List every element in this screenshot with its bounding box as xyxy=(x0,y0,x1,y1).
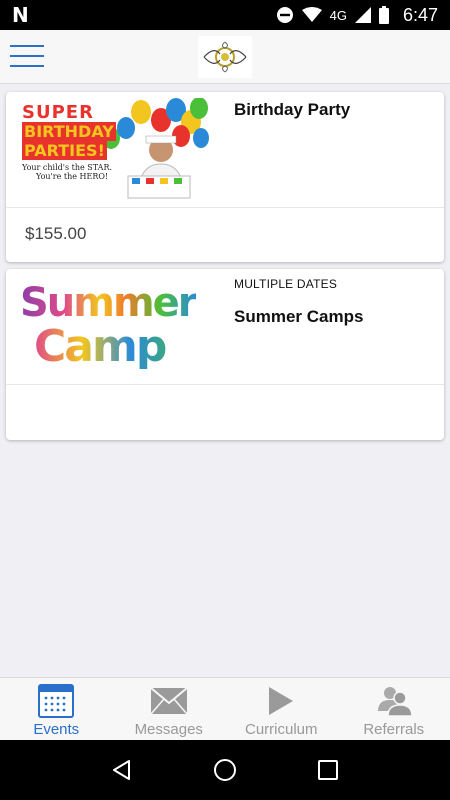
image-text-summer: Summer xyxy=(20,280,197,326)
summer-camp-image: Summer Camp xyxy=(16,275,216,379)
tab-events[interactable]: Events xyxy=(0,678,113,740)
wifi-icon xyxy=(301,7,322,23)
image-text-tagline-1: Your child's the STAR. xyxy=(22,163,113,172)
app-logo xyxy=(198,36,252,78)
tab-curriculum[interactable]: Curriculum xyxy=(225,678,338,740)
notification-n-icon: N xyxy=(12,3,29,27)
tab-messages[interactable]: Messages xyxy=(113,678,226,740)
signal-icon xyxy=(354,7,371,23)
image-text-birthday: BIRTHDAY xyxy=(22,122,116,141)
status-bar: N 4G 6:47 xyxy=(0,0,450,30)
do-not-disturb-icon xyxy=(276,6,294,24)
people-icon xyxy=(374,683,414,719)
menu-icon xyxy=(10,45,44,47)
image-text-parties: PARTIES! xyxy=(22,141,107,160)
clock: 6:47 xyxy=(402,4,438,25)
event-title: Birthday Party xyxy=(234,100,351,119)
calendar-icon xyxy=(36,683,76,719)
play-icon xyxy=(261,683,301,719)
event-card-birthday-party[interactable]: SUPER BIRTHDAY PARTIES! Your child's the… xyxy=(6,92,444,262)
birthday-party-image: SUPER BIRTHDAY PARTIES! Your child's the… xyxy=(16,97,216,202)
envelope-icon xyxy=(149,683,189,719)
menu-button[interactable] xyxy=(10,45,44,67)
event-card-summer-camps[interactable]: Summer Camp MULTIPLE DATES Summer Camps xyxy=(6,269,444,440)
tab-label: Messages xyxy=(134,721,203,738)
recents-button[interactable] xyxy=(308,750,348,790)
event-price: $155.00 xyxy=(25,224,87,243)
home-button[interactable] xyxy=(205,750,245,790)
recents-icon xyxy=(318,760,339,780)
app-bar xyxy=(0,30,450,84)
image-text-camp: Camp xyxy=(34,325,196,369)
tab-label: Referrals xyxy=(363,721,425,738)
event-title: Summer Camps xyxy=(234,307,364,326)
tab-referrals[interactable]: Referrals xyxy=(338,678,450,740)
back-button[interactable] xyxy=(102,750,142,790)
status-icons: 4G 6:47 xyxy=(276,5,438,26)
event-price xyxy=(6,385,444,417)
bottom-tab-bar: Events Messages Curriculum Referrals xyxy=(0,677,450,740)
image-text-super: SUPER xyxy=(22,102,94,123)
system-nav-bar xyxy=(0,740,450,800)
network-type: 4G xyxy=(329,7,347,23)
image-text-tagline-2: You're the HERO! xyxy=(36,172,109,181)
back-icon xyxy=(112,760,130,780)
event-dates: MULTIPLE DATES xyxy=(234,277,338,291)
tab-label: Curriculum xyxy=(244,721,318,738)
battery-icon xyxy=(378,6,389,24)
home-icon xyxy=(213,759,236,781)
tab-label: Events xyxy=(33,721,80,738)
